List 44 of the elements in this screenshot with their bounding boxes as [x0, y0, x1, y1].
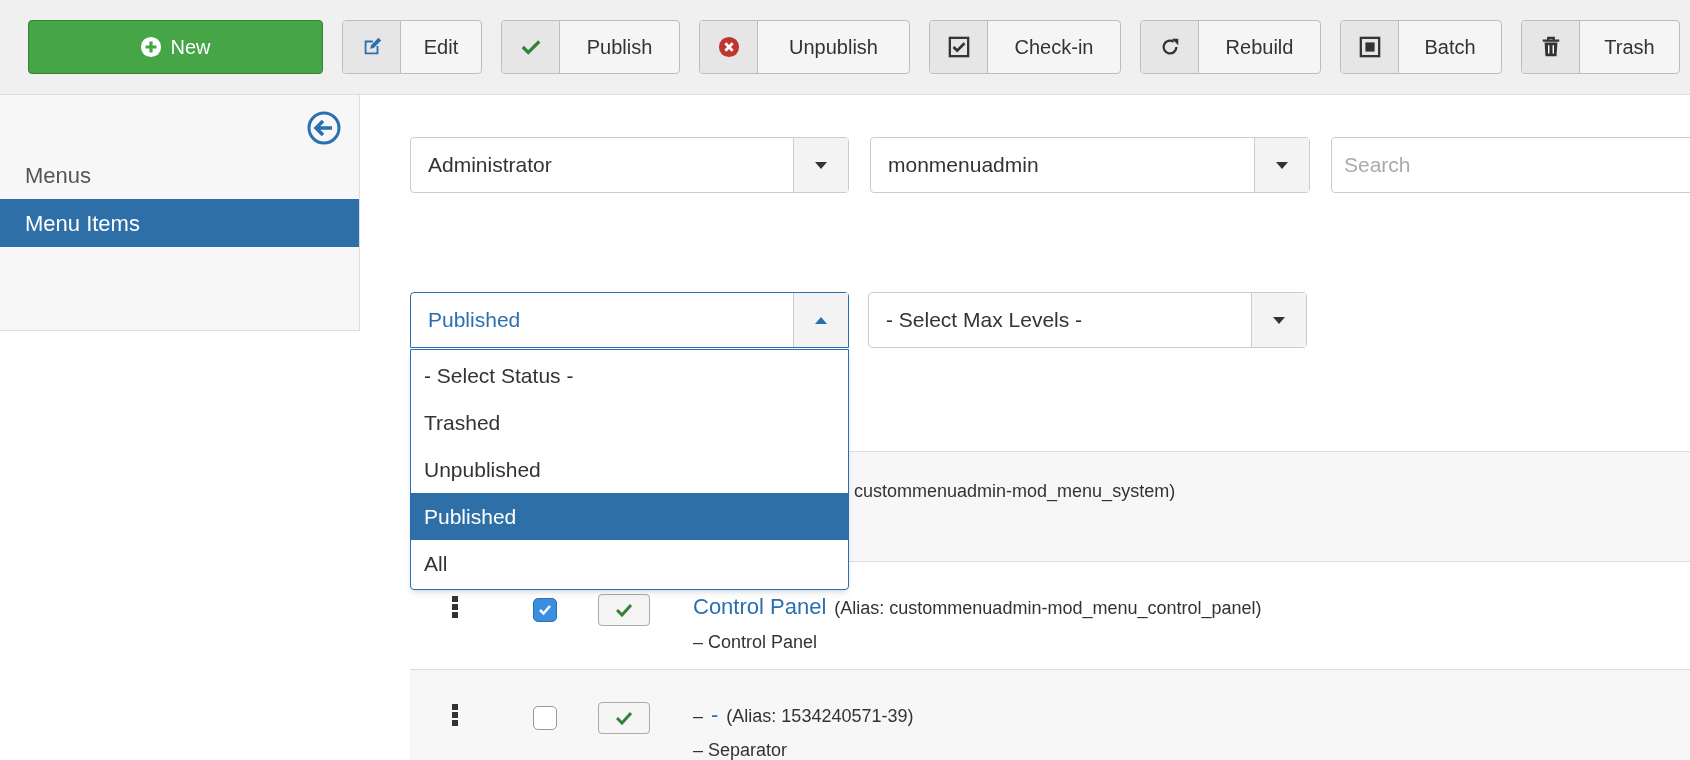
- alias-text: (Alias: custommenuadmin-mod_menu_control_panel): [834, 597, 1262, 621]
- client-select[interactable]: Administrator: [410, 137, 849, 193]
- sidebar-item[interactable]: Menus: [0, 151, 359, 199]
- tick-icon: [538, 603, 552, 617]
- search-field[interactable]: Search: [1331, 137, 1690, 193]
- item-title-link[interactable]: Control Panel: [693, 590, 827, 623]
- toolbar-button[interactable]: Publish: [501, 20, 680, 74]
- check-icon: [616, 603, 632, 617]
- drag-handle-icon[interactable]: [452, 596, 458, 618]
- status-select[interactable]: Published: [410, 292, 849, 348]
- menu-select[interactable]: monmenuadmin: [870, 137, 1310, 193]
- level-dash: –: [693, 705, 703, 728]
- drag-handle-icon[interactable]: [452, 704, 458, 726]
- alias-text: custommenuadmin-mod_menu_system): [854, 481, 1176, 501]
- dropdown-option[interactable]: - Select Status -: [411, 352, 848, 399]
- toolbar-button[interactable]: Trash: [1521, 20, 1680, 74]
- caret-icon: [1276, 161, 1288, 169]
- publish-toggle[interactable]: [598, 594, 650, 626]
- publish-toggle[interactable]: [598, 702, 650, 734]
- item-title-link[interactable]: -: [711, 698, 719, 731]
- dropdown-option[interactable]: Unpublished: [411, 446, 848, 493]
- toolbar-button[interactable]: Batch: [1340, 20, 1502, 74]
- toolbar-button[interactable]: Unpublish: [699, 20, 910, 74]
- cross-circle-icon: [717, 36, 740, 58]
- levels-select[interactable]: - Select Max Levels -: [868, 292, 1307, 348]
- dropdown-option[interactable]: Trashed: [411, 399, 848, 446]
- check-icon: [616, 711, 632, 725]
- caret-icon: [1273, 316, 1285, 324]
- caret-icon: [815, 316, 827, 324]
- toolbar-button[interactable]: Check-in: [929, 20, 1121, 74]
- row-checkbox[interactable]: [533, 598, 557, 622]
- caret-icon: [815, 161, 827, 169]
- plus-circle-icon: [140, 36, 163, 58]
- toolbar-button[interactable]: Edit: [342, 20, 482, 74]
- dropdown-option[interactable]: Published: [411, 493, 848, 540]
- checkbox-icon: [947, 36, 970, 58]
- sidebar-item[interactable]: Menu Items: [0, 199, 359, 247]
- stop-icon: [1358, 36, 1381, 58]
- toolbar-button[interactable]: Rebuild: [1140, 20, 1321, 74]
- alias-text: (Alias: 1534240571-39): [726, 705, 914, 728]
- item-type: – Control Panel: [693, 631, 819, 654]
- dropdown-option[interactable]: All: [411, 540, 848, 587]
- row-checkbox[interactable]: [533, 706, 557, 730]
- item-type: – Separator: [693, 739, 789, 760]
